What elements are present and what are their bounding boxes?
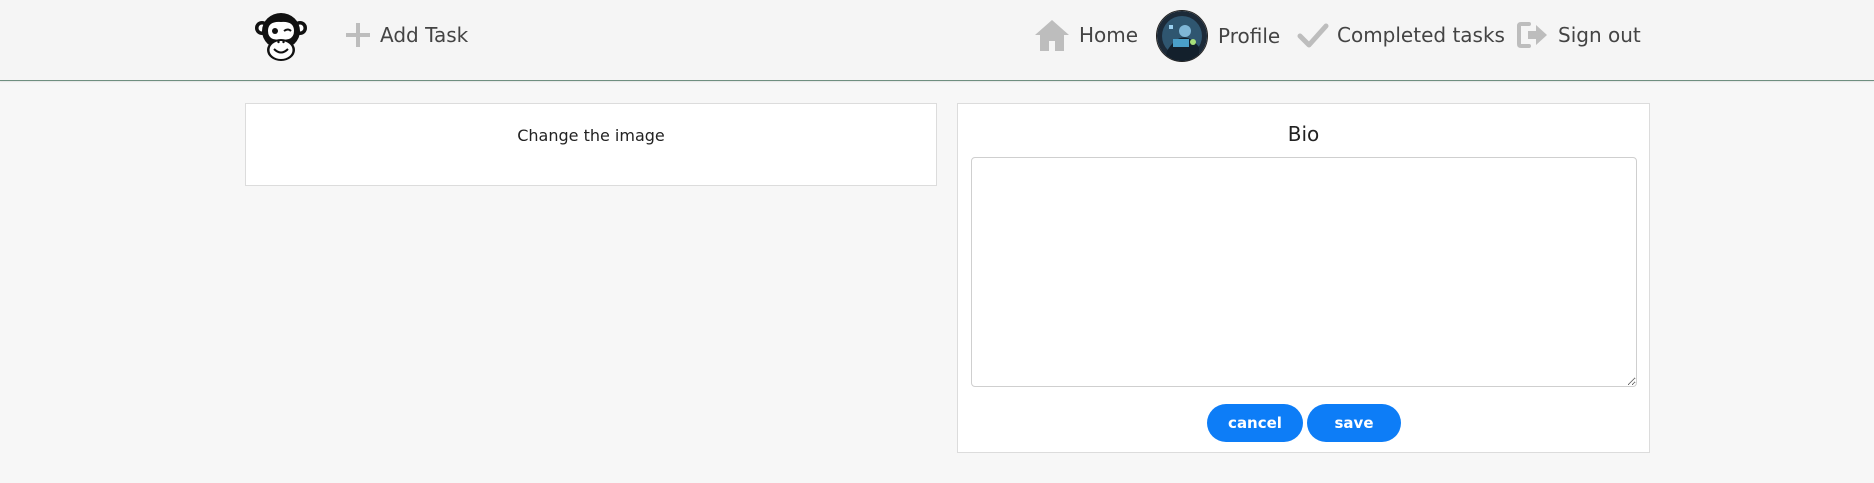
- sign-out-label: Sign out: [1558, 23, 1641, 47]
- save-button[interactable]: save: [1307, 404, 1401, 442]
- profile-link[interactable]: Profile: [1156, 10, 1281, 62]
- bio-textarea[interactable]: [971, 157, 1637, 387]
- plus-icon: [344, 21, 372, 49]
- user-avatar: [1156, 10, 1208, 62]
- add-task-label: Add Task: [380, 23, 469, 47]
- winking-chimp-logo-icon[interactable]: [254, 9, 308, 63]
- completed-tasks-label: Completed tasks: [1337, 23, 1505, 47]
- cancel-button[interactable]: cancel: [1207, 404, 1303, 442]
- change-image-title[interactable]: Change the image: [246, 126, 936, 145]
- home-link[interactable]: Home: [1033, 17, 1138, 53]
- bio-title: Bio: [1287, 122, 1320, 146]
- completed-tasks-link[interactable]: Completed tasks: [1297, 17, 1505, 53]
- sign-out-icon: [1516, 20, 1550, 50]
- bio-card: Bio cancel save: [957, 103, 1650, 453]
- add-task-link[interactable]: Add Task: [344, 17, 468, 53]
- profile-label: Profile: [1218, 24, 1281, 48]
- home-label: Home: [1079, 23, 1139, 47]
- checkmark-icon: [1297, 21, 1329, 49]
- home-icon: [1033, 18, 1071, 52]
- sign-out-link[interactable]: Sign out: [1516, 17, 1641, 53]
- change-image-card: Change the image: [245, 103, 937, 186]
- top-navbar: Add Task Home Profile Completed tasks Si…: [0, 0, 1874, 81]
